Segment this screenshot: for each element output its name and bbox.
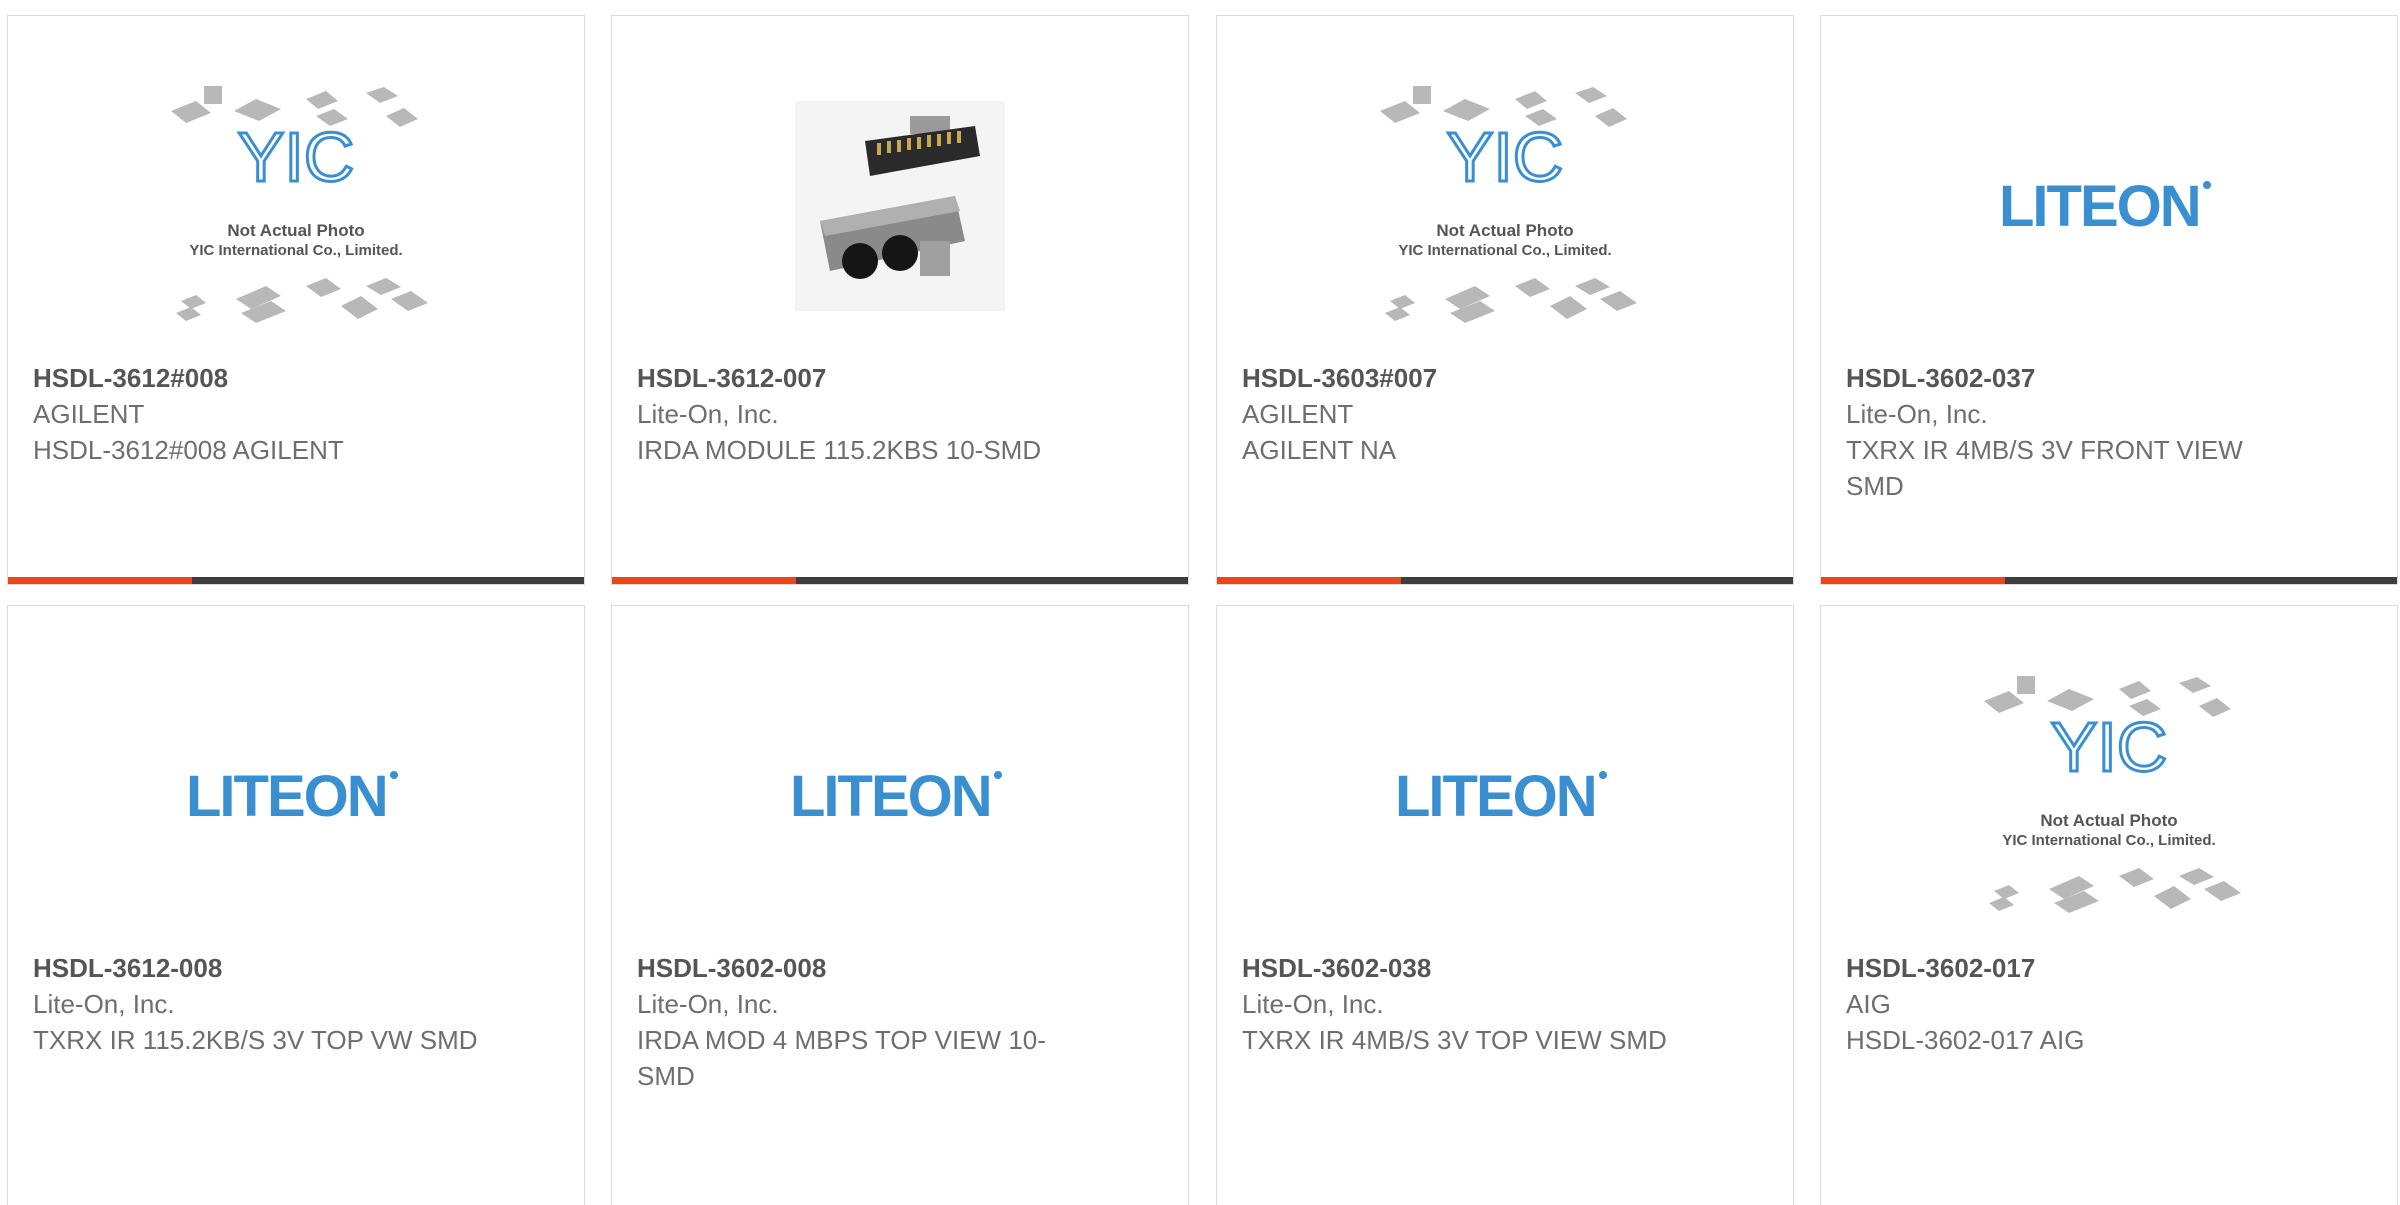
- svg-text:LITEON: LITEON: [186, 764, 387, 829]
- svg-text:LITEON: LITEON: [790, 764, 991, 829]
- irda-module-photo: [795, 101, 1005, 311]
- product-info: HSDL-3602-038 Lite-On, Inc. TXRX IR 4MB/…: [1242, 950, 1712, 1058]
- card-accent: [1217, 577, 1402, 584]
- product-card[interactable]: LITEON HSDL-3602-008 Lite-On, Inc. IRDA …: [611, 605, 1189, 1205]
- product-image: YIC Not Actual Photo YIC International C…: [1821, 646, 2397, 946]
- manufacturer: Lite-On, Inc.: [33, 989, 175, 1019]
- product-image: LITEON: [1217, 646, 1793, 946]
- part-number[interactable]: HSDL-3602-017: [1846, 950, 2316, 986]
- card-accent: [612, 577, 797, 584]
- part-number[interactable]: HSDL-3602-008: [637, 950, 1107, 986]
- part-number[interactable]: HSDL-3612-007: [637, 360, 1107, 396]
- product-card[interactable]: LITEON HSDL-3602-038 Lite-On, Inc. TXRX …: [1216, 605, 1794, 1205]
- part-number[interactable]: HSDL-3603#007: [1242, 360, 1712, 396]
- card-bottom-bar: [1217, 577, 1793, 584]
- product-link[interactable]: YIC Not Actual Photo YIC International C…: [8, 16, 584, 584]
- product-info: HSDL-3602-037 Lite-On, Inc. TXRX IR 4MB/…: [1846, 360, 2316, 504]
- part-number[interactable]: HSDL-3612#008: [33, 360, 503, 396]
- description: TXRX IR 4MB/S 3V TOP VIEW SMD: [1242, 1025, 1667, 1055]
- product-image: YIC Not Actual Photo YIC International C…: [8, 56, 584, 356]
- product-image: LITEON: [612, 646, 1188, 946]
- product-card[interactable]: HSDL-3612-007 Lite-On, Inc. IRDA MODULE …: [611, 15, 1189, 585]
- product-info: HSDL-3612#008 AGILENT HSDL-3612#008 AGIL…: [33, 360, 503, 468]
- svg-text:YIC: YIC: [1447, 118, 1564, 196]
- manufacturer: Lite-On, Inc.: [1846, 399, 1988, 429]
- liteon-logo: LITEON: [1395, 764, 1607, 829]
- svg-text:Not Actual Photo: Not Actual Photo: [227, 221, 364, 240]
- manufacturer: AGILENT: [1242, 399, 1354, 429]
- svg-text:YIC: YIC: [2051, 708, 2168, 786]
- part-number[interactable]: HSDL-3602-037: [1846, 360, 2316, 396]
- manufacturer: Lite-On, Inc.: [637, 989, 779, 1019]
- card-bottom-bar: [612, 577, 1188, 584]
- product-image: YIC Not Actual Photo YIC International C…: [1217, 56, 1793, 356]
- description: TXRX IR 115.2KB/S 3V TOP VW SMD: [33, 1025, 478, 1055]
- product-link[interactable]: HSDL-3612-007 Lite-On, Inc. IRDA MODULE …: [612, 16, 1188, 584]
- product-image: LITEON: [1821, 56, 2397, 356]
- product-image: LITEON: [8, 646, 584, 946]
- description: TXRX IR 4MB/S 3V FRONT VIEW SMD: [1846, 435, 2243, 501]
- manufacturer: Lite-On, Inc.: [1242, 989, 1384, 1019]
- product-link[interactable]: LITEON HSDL-3602-008 Lite-On, Inc. IRDA …: [612, 606, 1188, 1205]
- svg-text:YIC International Co., Limited: YIC International Co., Limited.: [1398, 242, 1611, 259]
- product-link[interactable]: YIC Not Actual Photo YIC International C…: [1821, 606, 2397, 1205]
- yic-placeholder-image: YIC Not Actual Photo YIC International C…: [1984, 676, 2241, 913]
- product-card[interactable]: YIC Not Actual Photo YIC International C…: [1216, 15, 1794, 585]
- product-card[interactable]: LITEON HSDL-3602-037 Lite-On, Inc. TXRX …: [1820, 15, 2398, 585]
- card-accent: [1821, 577, 2006, 584]
- description: IRDA MOD 4 MBPS TOP VIEW 10-SMD: [637, 1025, 1046, 1091]
- svg-text:LITEON: LITEON: [1999, 174, 2200, 239]
- manufacturer: Lite-On, Inc.: [637, 399, 779, 429]
- card-accent: [8, 577, 193, 584]
- card-bottom-bar: [1821, 577, 2397, 584]
- yic-placeholder-image: YIC Not Actual Photo YIC International C…: [1380, 86, 1637, 323]
- liteon-logo: LITEON: [790, 764, 1002, 829]
- product-info: HSDL-3602-008 Lite-On, Inc. IRDA MOD 4 M…: [637, 950, 1107, 1094]
- product-info: HSDL-3602-017 AIG HSDL-3602-017 AIG: [1846, 950, 2316, 1058]
- product-grid: YIC Not Actual Photo YIC International C…: [0, 0, 2400, 1205]
- description: HSDL-3602-017 AIG: [1846, 1025, 2085, 1055]
- product-link[interactable]: LITEON HSDL-3612-008 Lite-On, Inc. TXRX …: [8, 606, 584, 1205]
- svg-text:YIC International Co., Limited: YIC International Co., Limited.: [189, 242, 402, 259]
- product-card[interactable]: LITEON HSDL-3612-008 Lite-On, Inc. TXRX …: [7, 605, 585, 1205]
- svg-text:Not Actual Photo: Not Actual Photo: [2040, 811, 2177, 830]
- card-bottom-bar: [8, 577, 584, 584]
- product-info: HSDL-3603#007 AGILENT AGILENT NA: [1242, 360, 1712, 468]
- liteon-logo: LITEON: [1999, 174, 2211, 239]
- manufacturer: AGILENT: [33, 399, 145, 429]
- part-number[interactable]: HSDL-3612-008: [33, 950, 503, 986]
- description: AGILENT NA: [1242, 435, 1397, 465]
- yic-placeholder-image: YIC Not Actual Photo YIC International C…: [171, 86, 428, 323]
- product-link[interactable]: LITEON HSDL-3602-037 Lite-On, Inc. TXRX …: [1821, 16, 2397, 584]
- product-image: [612, 56, 1188, 356]
- product-link[interactable]: YIC Not Actual Photo YIC International C…: [1217, 16, 1793, 584]
- manufacturer: AIG: [1846, 989, 1891, 1019]
- product-card[interactable]: YIC Not Actual Photo YIC International C…: [1820, 605, 2398, 1205]
- description: IRDA MODULE 115.2KBS 10-SMD: [637, 435, 1042, 465]
- liteon-logo: LITEON: [186, 764, 398, 829]
- product-info: HSDL-3612-007 Lite-On, Inc. IRDA MODULE …: [637, 360, 1107, 468]
- description: HSDL-3612#008 AGILENT: [33, 435, 344, 465]
- svg-text:Not Actual Photo: Not Actual Photo: [1436, 221, 1573, 240]
- product-info: HSDL-3612-008 Lite-On, Inc. TXRX IR 115.…: [33, 950, 503, 1058]
- product-card[interactable]: YIC Not Actual Photo YIC International C…: [7, 15, 585, 585]
- product-link[interactable]: LITEON HSDL-3602-038 Lite-On, Inc. TXRX …: [1217, 606, 1793, 1205]
- svg-text:LITEON: LITEON: [1395, 764, 1596, 829]
- part-number[interactable]: HSDL-3602-038: [1242, 950, 1712, 986]
- svg-text:YIC International Co., Limited: YIC International Co., Limited.: [2002, 832, 2215, 849]
- svg-text:YIC: YIC: [238, 118, 355, 196]
